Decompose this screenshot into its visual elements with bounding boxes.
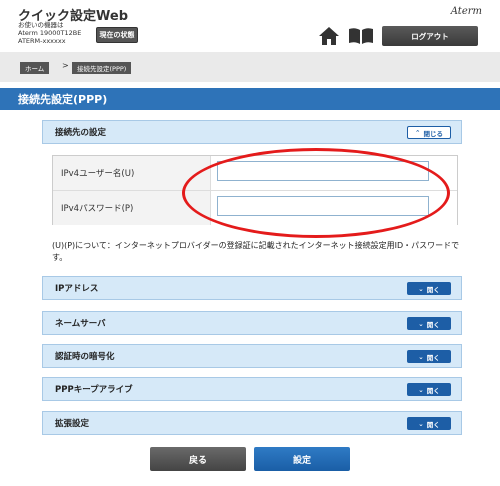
credentials-note: (U)(P)について：インターネットプロバイダーの登録証に記載されたインターネッ…: [52, 241, 460, 262]
expand-button[interactable]: ⌄ 開く: [407, 317, 451, 330]
chevron-down-icon: ⌄: [418, 419, 424, 428]
expand-button[interactable]: ⌄ 開く: [407, 417, 451, 430]
section-label: IPアドレス: [55, 284, 99, 294]
expand-label: 開く: [426, 285, 440, 294]
device-info: お使いの機器は Aterm 19000T12BE ATERM-xxxxxx: [18, 21, 81, 45]
brand-logo: Aterm: [450, 6, 482, 17]
expand-button[interactable]: ⌄ 開く: [407, 350, 451, 363]
chevron-up-icon: ⌃: [415, 128, 421, 137]
save-button[interactable]: 設定: [254, 447, 350, 471]
breadcrumb-home[interactable]: ホーム: [20, 62, 50, 74]
section-extended-settings[interactable]: 拡張設定 ⌄ 開く: [42, 411, 462, 435]
section-connection-header[interactable]: 接続先の設定 ⌃ 閉じる: [42, 120, 462, 144]
chevron-down-icon: ⌄: [418, 385, 424, 394]
page-title: 接続先設定(PPP): [0, 88, 500, 110]
section-ppp-keepalive[interactable]: PPPキープアライブ ⌄ 開く: [42, 377, 462, 401]
home-icon[interactable]: [318, 26, 340, 46]
highlight-ellipse: [182, 148, 450, 238]
chevron-down-icon: ⌄: [418, 352, 424, 361]
section-ip-address[interactable]: IPアドレス ⌄ 開く: [42, 276, 462, 300]
section-label: PPPキープアライブ: [55, 385, 133, 395]
section-label: 拡張設定: [55, 419, 90, 429]
header: クイック設定Web お使いの機器は Aterm 19000T12BE ATERM…: [0, 0, 500, 50]
section-connection-label: 接続先の設定: [55, 128, 107, 138]
breadcrumb-separator: >: [62, 61, 69, 70]
expand-label: 開く: [426, 320, 440, 329]
device-info-line: お使いの機器は: [18, 21, 64, 29]
chevron-down-icon: ⌄: [418, 284, 424, 293]
breadcrumb-current[interactable]: 接続先設定(PPP): [72, 62, 132, 74]
back-button[interactable]: 戻る: [150, 447, 246, 471]
collapse-button[interactable]: ⌃ 閉じる: [407, 126, 451, 139]
current-status-button[interactable]: 現在の状態: [96, 27, 138, 43]
collapse-label: 閉じる: [423, 129, 443, 138]
expand-button[interactable]: ⌄ 開く: [407, 282, 451, 295]
expand-label: 開く: [426, 420, 440, 429]
section-label: 認証時の暗号化: [55, 352, 115, 362]
device-info-line: ATERM-xxxxxx: [18, 37, 66, 45]
manual-book-icon[interactable]: [348, 27, 374, 45]
chevron-down-icon: ⌄: [418, 319, 424, 328]
logout-button[interactable]: ログアウト: [382, 26, 478, 46]
expand-button[interactable]: ⌄ 開く: [407, 383, 451, 396]
expand-label: 開く: [426, 386, 440, 395]
section-auth-encryption[interactable]: 認証時の暗号化 ⌄ 開く: [42, 344, 462, 368]
section-label: ネームサーバ: [55, 319, 106, 329]
section-name-server[interactable]: ネームサーバ ⌄ 開く: [42, 311, 462, 335]
device-info-line: Aterm 19000T12BE: [18, 29, 82, 37]
expand-label: 開く: [426, 353, 440, 362]
